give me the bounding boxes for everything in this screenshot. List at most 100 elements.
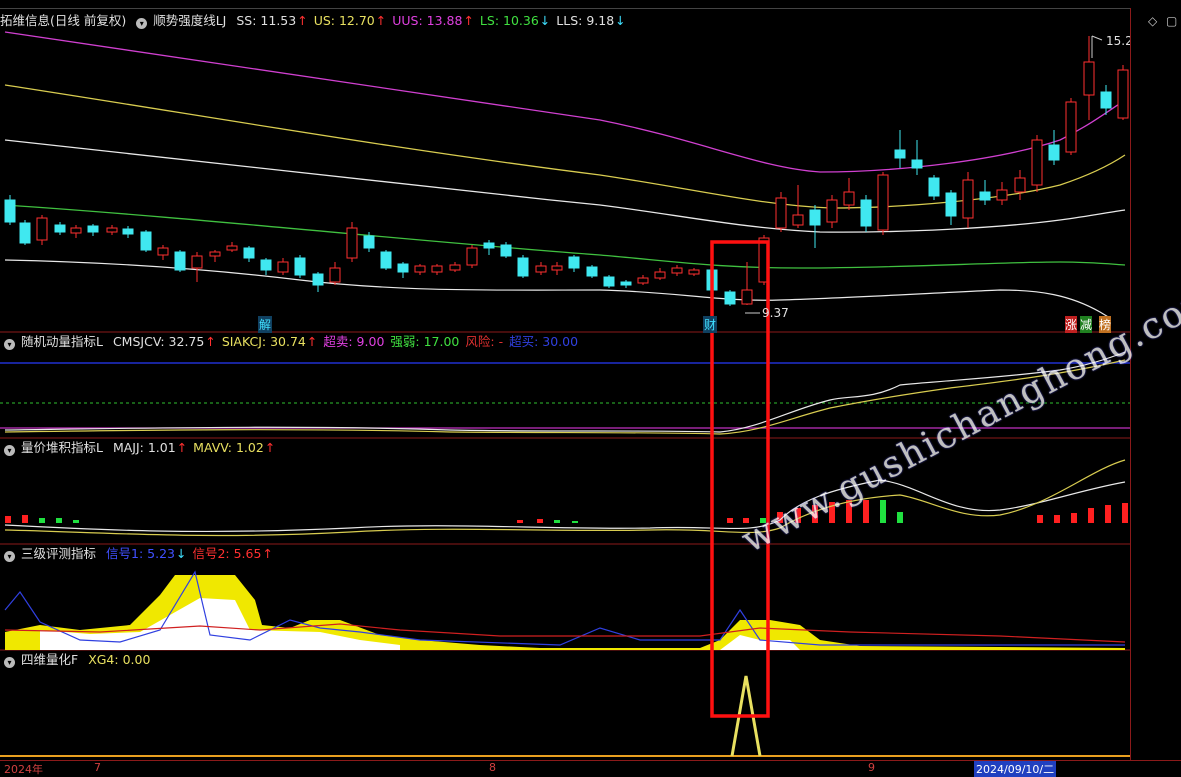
main-legend-arrow-3: ↓ [539,13,551,28]
panel3-menu-icon[interactable]: ▾ [4,445,15,456]
candle-body [106,227,118,233]
candle-body [654,271,666,279]
stock-title: 拓维信息(日线 前复权) [0,13,127,28]
axis-year: 2024年 [4,763,43,776]
volume-bar [1088,508,1094,523]
volume-bar [1037,515,1043,523]
candle-body [346,227,358,259]
candle-body [741,289,753,305]
panel2-value-3: 强弱: 17.00 [390,334,460,349]
candle-body [843,191,855,206]
candle-body [688,269,700,275]
candle-body [1117,69,1129,119]
volume-bar [1054,515,1060,523]
main-legend-value-1: US: 12.70 [313,13,375,28]
main-legend-arrow-2: ↑ [463,13,474,28]
candle-body [517,257,529,277]
panel2-title: 随机动量指标L [21,334,103,349]
volume-bar [727,518,733,523]
candle-body [637,277,649,284]
volume-bar [537,519,543,523]
main-legend: 拓维信息(日线 前复权) ▾ 顺势强度线LJ SS: 11.53↑ US: 12.7… [0,12,638,30]
axis-month-7: 7 [94,761,101,774]
candle-body [260,259,272,271]
main-legend-value-2: UUS: 13.88 [392,13,463,28]
candle-body [449,264,461,271]
ls-line [4,204,1126,269]
candle-body [277,261,289,273]
candle-body [979,191,991,201]
candle-body [996,189,1008,201]
panel2-arrow-0: ↑ [205,334,216,349]
volume-bar [863,500,869,523]
candle-body [945,192,957,217]
diamond-icon[interactable]: ◇ [1148,14,1157,28]
panel4-arrow-0: ↓ [175,546,187,561]
panel4-title: 三级评测指标 [21,546,97,561]
tag-cai[interactable]: 财 [703,316,718,333]
volume-bar [56,518,62,523]
mavv-line [4,459,1126,537]
tag-jie[interactable]: 解 [258,316,273,333]
main-legend-arrow-4: ↓ [615,13,626,28]
volume-bar [1122,503,1128,523]
candle-body [1100,91,1112,109]
candle-body [586,266,598,277]
candle-body [466,247,478,266]
candle-body [500,244,512,257]
panel2-menu-icon[interactable]: ▾ [4,339,15,350]
main-legend-value-4: LLS: 9.18 [556,13,615,28]
volume-bar [39,518,45,523]
candle-body [775,197,787,229]
candle-body [551,265,563,271]
candle-body [363,235,375,249]
window-icon[interactable]: ▢ [1166,14,1177,28]
panel2-value-2: 超卖: 9.00 [323,334,385,349]
candle-body [671,267,683,274]
candle-body [4,199,16,223]
candle-body [36,217,48,241]
candle-body [157,247,169,256]
candle-body [1031,139,1043,186]
us-line [4,84,1126,209]
volume-bar [897,512,903,523]
candle-body [1014,177,1026,193]
main-legend-value-0: SS: 11.53 [236,13,297,28]
panel4-menu-icon[interactable]: ▾ [4,551,15,562]
panel3-value-1: MAVV: 1.02 [193,440,264,455]
dropdown-icon[interactable]: ▾ [136,18,148,29]
volume-bar [554,520,560,523]
candle-body [483,242,495,249]
candle-body [620,281,632,286]
panel5-menu-icon[interactable]: ▾ [4,657,15,668]
axis-selected-date[interactable]: 2024/09/10/二 [974,761,1057,777]
volume-bar [517,520,523,523]
main-legend-value-3: LS: 10.36 [479,13,539,28]
tag-jian[interactable]: 减 [1080,316,1093,333]
candle-body [329,267,341,283]
candle-body [87,225,99,233]
candle-body [70,227,82,234]
panel5-title: 四维量化F [21,652,79,667]
candle-body [397,263,409,273]
panel2-value-0: CMSJCV: 32.75 [112,334,205,349]
candle-body [191,255,203,269]
main-legend-arrow-1: ↑ [375,13,387,28]
uus-line [4,31,1126,173]
candle-body [860,199,872,227]
volume-bar [73,520,79,523]
candle-body [1065,101,1077,153]
indicator-name: 顺势强度线LJ [153,13,227,28]
panel2-value-1: SIAKCJ: 30.74 [221,334,306,349]
candle-body [140,231,152,251]
candle-body [1048,144,1060,161]
candle-body [724,291,736,305]
panel2-legend: ▾ 随机动量指标L CMSJCV: 32.75↑ SIAKCJ: 30.74↑ 超卖:… [0,333,590,351]
candle-body [209,251,221,257]
candle-body [911,159,923,169]
candle-body [568,256,580,269]
volume-bar [22,515,28,523]
tag-zhang[interactable]: 涨 [1065,316,1078,333]
candle-body [431,265,443,273]
axis-month-8: 8 [489,761,496,774]
